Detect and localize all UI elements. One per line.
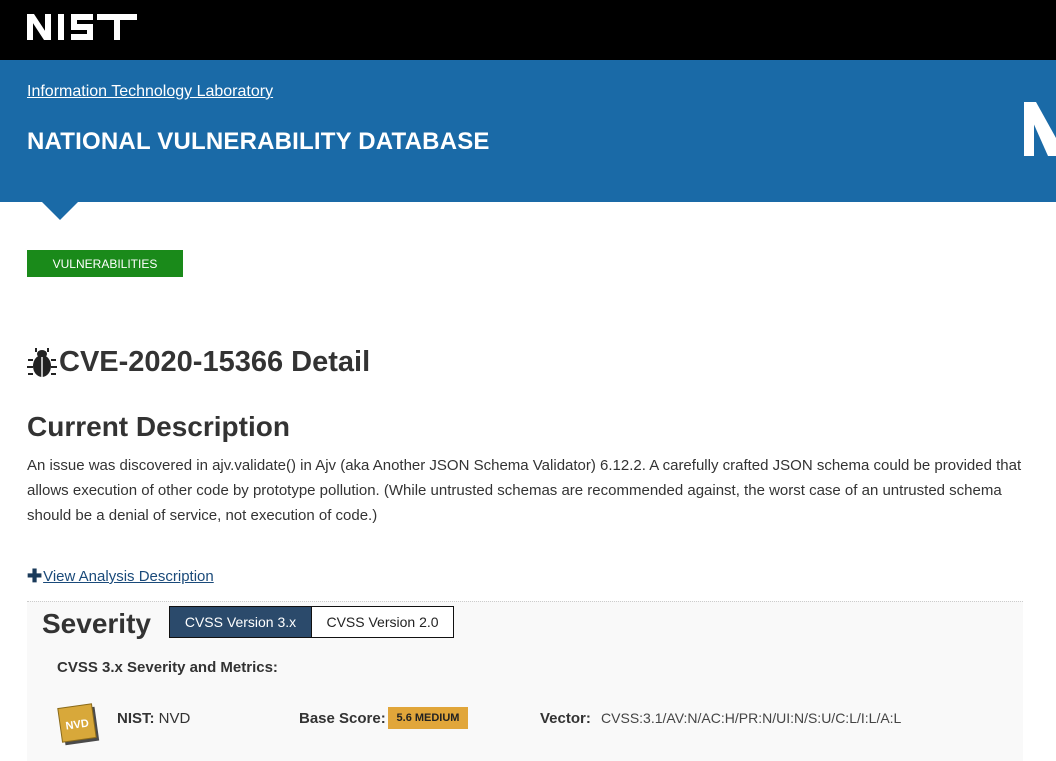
metrics-heading: CVSS 3.x Severity and Metrics: (57, 659, 278, 676)
vector-value[interactable]: CVSS:3.1/AV:N/AC:H/PR:N/UI:N/S:U/C:L/I:L… (601, 710, 901, 726)
tab-cvss-v3[interactable]: CVSS Version 3.x (169, 606, 312, 638)
nvd-logo-icon[interactable] (1024, 98, 1056, 156)
vulnerabilities-button[interactable]: VULNERABILITIES (27, 250, 183, 277)
nist-logo[interactable] (27, 12, 137, 42)
vector-row: Vector: CVSS:3.1/AV:N/AC:H/PR:N/UI:N/S:U… (540, 710, 901, 727)
tab-cvss-v2[interactable]: CVSS Version 2.0 (311, 606, 454, 638)
itl-link[interactable]: Information Technology Laboratory (27, 83, 273, 101)
cve-title-text: CVE-2020-15366 Detail (59, 346, 371, 378)
top-bar (0, 0, 1056, 60)
view-analysis-label[interactable]: View Analysis Description (43, 568, 214, 585)
source-name: NIST: (117, 710, 155, 727)
nvd-badge-icon: NVD (57, 703, 100, 746)
cve-title: CVE-2020-15366 Detail (27, 346, 370, 379)
base-score-label: Base Score: (299, 710, 386, 727)
source-label: NIST: NVD (117, 710, 190, 727)
description-text: An issue was discovered in ajv.validate(… (27, 457, 1022, 524)
view-analysis-link[interactable]: ✚ View Analysis Description (27, 566, 214, 587)
bug-icon (27, 347, 57, 377)
base-score-badge[interactable]: 5.6 MEDIUM (388, 707, 468, 729)
description-heading: Current Description (27, 411, 290, 442)
plus-icon: ✚ (27, 566, 43, 586)
nvd-title: NATIONAL VULNERABILITY DATABASE (27, 128, 490, 155)
severity-heading: Severity (42, 608, 151, 639)
nvd-header: Information Technology Laboratory NATION… (0, 60, 1056, 202)
vector-label: Vector: (540, 710, 591, 727)
severity-panel: Severity CVSS Version 3.x CVSS Version 2… (27, 601, 1023, 761)
source-value: NVD (158, 710, 191, 727)
header-pointer (42, 202, 78, 220)
